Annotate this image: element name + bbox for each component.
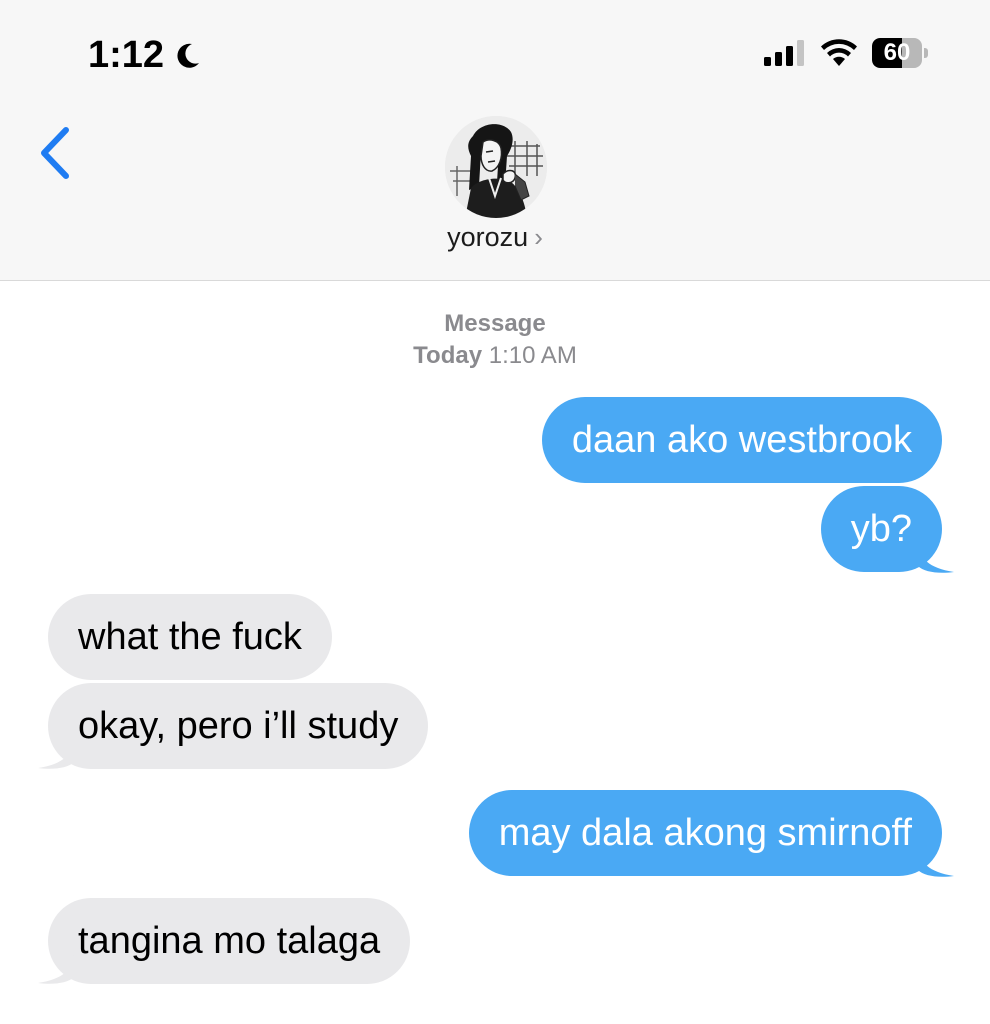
wifi-icon [821,39,857,66]
battery-percentage: 60 [883,39,911,66]
timestamp-day: Today [413,342,483,369]
sent-message-bubble[interactable]: may dala akong smirnoff [468,790,942,876]
received-message-bubble[interactable]: tangina mo talaga [48,898,411,984]
contact-avatar[interactable] [445,116,547,218]
back-button[interactable] [30,118,80,188]
timestamp-time: 1:10 AM [488,342,577,369]
clock-text: 1:12 [88,34,165,76]
message-text: daan ako westbrook [571,419,912,461]
received-bubble-tail [38,955,74,984]
battery-body: 60 [872,38,922,68]
message-text: yb? [850,508,912,550]
conversation-header: 1:12 60 yorozu › [0,0,990,281]
sent-bubble-tail [918,544,954,573]
received-bubble-tail [38,740,74,769]
sent-message-bubble[interactable]: daan ako westbrook [541,397,942,483]
message-text: may dala akong smirnoff [498,812,912,854]
moon-icon [177,43,200,68]
status-bar-indicators: 60 [764,38,928,68]
contact-name-button[interactable]: yorozu › [0,222,990,253]
received-message-bubble[interactable]: okay, pero i’ll study [48,683,429,769]
message-text: okay, pero i’ll study [78,705,399,747]
service-label: Message [444,310,546,337]
battery-icon: 60 [872,38,928,68]
messages-screen: 1:12 60 yorozu › Message Today 1:10 AM d… [0,0,990,1024]
status-bar-time: 1:12 [88,34,202,77]
received-message-bubble[interactable]: what the fuck [48,594,332,680]
avatar-manga-art [445,116,547,218]
chevron-left-icon [41,127,69,179]
message-text: tangina mo talaga [78,920,381,962]
cellular-signal-icon [764,40,804,66]
contact-name: yorozu [447,222,529,252]
thread-timestamp: Today 1:10 AM [0,342,990,370]
battery-nub [924,48,928,58]
chevron-right-icon: › [534,222,543,252]
sent-bubble-tail [918,848,954,877]
message-text: what the fuck [78,616,302,658]
